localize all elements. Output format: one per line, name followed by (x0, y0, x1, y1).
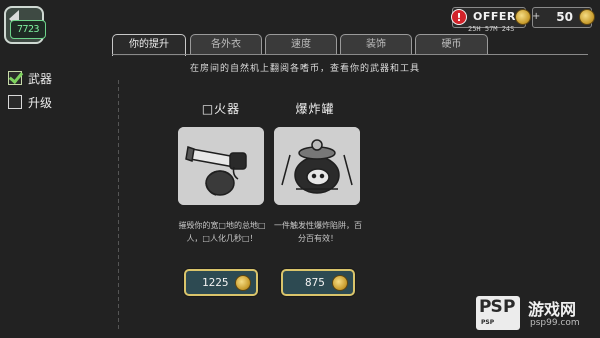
price-label: 875 (305, 276, 325, 289)
watermark-logo-sub: PSP (481, 319, 495, 326)
checkbox-checked[interactable] (8, 71, 22, 85)
item-card-explosive-can[interactable] (274, 127, 360, 205)
watermark-logo-ps: PS (479, 297, 503, 317)
alert-icon: ! (451, 9, 467, 25)
tab-coins[interactable]: 硬币 (415, 34, 488, 54)
item-title: 爆炸罐 (295, 102, 335, 116)
tab-underline (112, 54, 588, 55)
item-title: □火器 (201, 102, 241, 116)
coin-icon (515, 9, 531, 25)
intro-text: 在房间的自然机上翻阅各嗜币，查看你的武器和工具 (189, 64, 420, 74)
item-card-flamethrower[interactable] (178, 127, 264, 205)
buy-button-flamethrower[interactable]: 1225 (184, 269, 258, 296)
coin-icon (235, 275, 251, 291)
tab-speed[interactable]: 速度 (265, 34, 337, 54)
coin-icon (579, 9, 595, 25)
coin-icon (332, 275, 348, 291)
flamethrower-icon (178, 127, 264, 205)
checkbox-unchecked[interactable] (8, 95, 22, 109)
plus-icon[interactable]: + (532, 12, 542, 22)
offer-label: OFFER (473, 10, 516, 23)
level-badge: 7723 (10, 20, 46, 39)
item-description: 摧毁你的宽□地的总地□人，□人化几秒□！ (178, 221, 266, 243)
sidebar-item-label: 武器 (28, 72, 53, 86)
watermark-title: 游戏网 (528, 300, 577, 319)
watermark-logo-p: P (503, 297, 516, 317)
offer-timer: 25H 57M 24S (468, 25, 515, 33)
watermark-url: psp99.com (530, 318, 580, 328)
buy-button-explosive-can[interactable]: 875 (281, 269, 355, 296)
coin-count: 50 (556, 10, 573, 24)
coin-balance[interactable]: + 50 (532, 7, 595, 28)
divider (118, 80, 119, 330)
tab-decor[interactable]: 装饰 (340, 34, 412, 54)
watermark-logo: PS P PSP (476, 296, 520, 330)
sidebar-item-label: 升级 (28, 96, 53, 110)
tab-your-upgrades[interactable]: 你的提升 (112, 34, 186, 56)
tab-outfits[interactable]: 各外衣 (190, 34, 262, 54)
price-label: 1225 (202, 276, 229, 289)
item-description: 一件触发性爆炸陷阱，百分百有效！ (274, 221, 362, 243)
explosive-can-icon (274, 127, 360, 205)
